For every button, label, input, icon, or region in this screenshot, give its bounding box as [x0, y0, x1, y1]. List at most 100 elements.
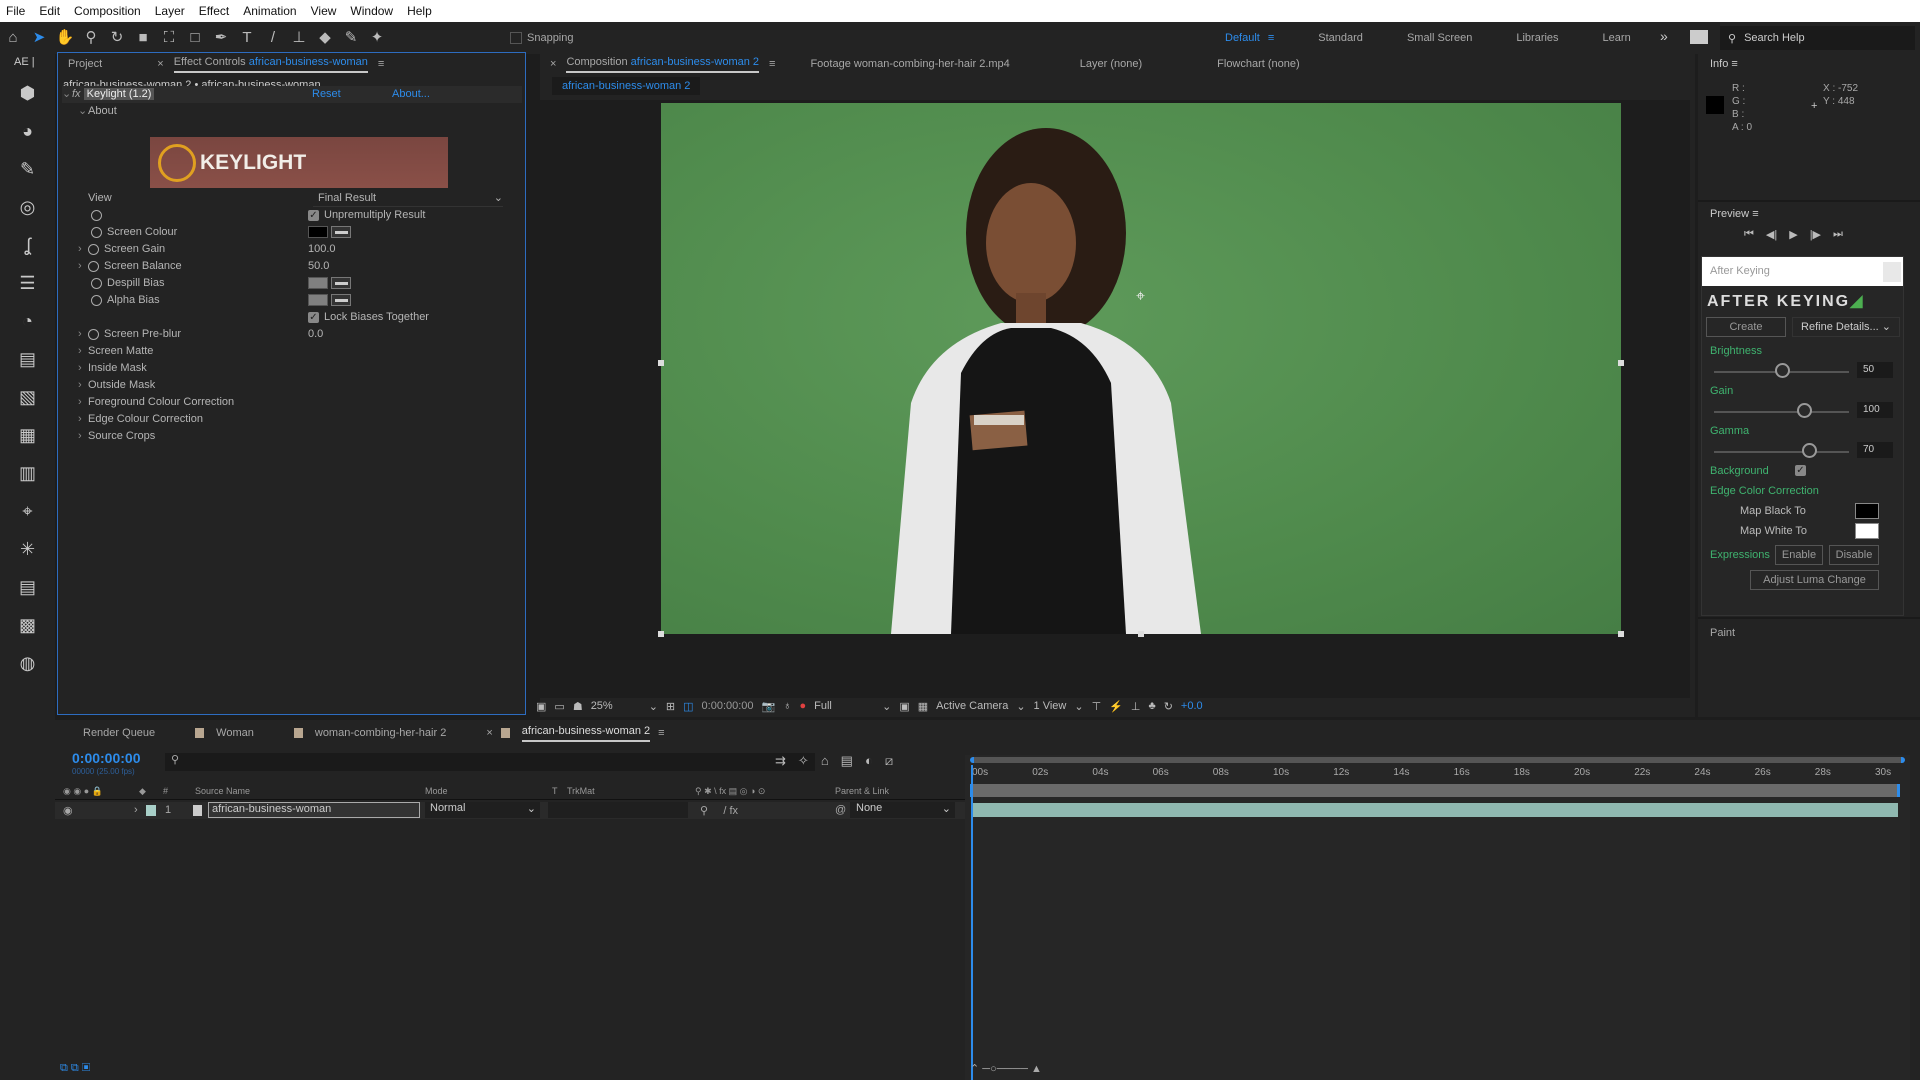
map-white-swatch[interactable]	[1855, 523, 1879, 539]
stopwatch-icon[interactable]	[91, 226, 102, 238]
navigator-bar[interactable]	[970, 757, 1905, 763]
layer-handle[interactable]	[1138, 631, 1144, 637]
channel-icon[interactable]: ●	[799, 700, 806, 712]
always-preview-icon[interactable]: ▣	[536, 700, 546, 713]
workspace-menu-icon[interactable]: ≡	[1268, 32, 1274, 44]
tab-flowchart[interactable]: Flowchart (none)	[1217, 58, 1300, 70]
pen-tool-icon[interactable]: ✒	[210, 28, 232, 48]
expand-icon[interactable]: ›	[78, 258, 88, 275]
gain-slider-knob[interactable]	[1797, 403, 1812, 418]
mask-visibility-icon[interactable]: ☗	[573, 700, 583, 713]
gain-slider[interactable]	[1714, 411, 1849, 413]
brush-tool-icon[interactable]: /	[262, 28, 284, 48]
group-outside-mask[interactable]: › Outside Mask	[78, 377, 155, 394]
puppet-pin-icon[interactable]: ✦	[366, 28, 388, 48]
menu-composition[interactable]: Composition	[74, 4, 141, 18]
group-edge-colour-correction[interactable]: › Edge Colour Correction	[78, 411, 203, 428]
flowchart-icon[interactable]: ♣	[1148, 700, 1155, 712]
workspace-learn[interactable]: Learn	[1603, 32, 1631, 44]
motion-icon[interactable]: ◎	[15, 194, 41, 220]
menu-edit[interactable]: Edit	[39, 4, 60, 18]
stopwatch-icon[interactable]: ◍	[15, 650, 41, 676]
current-time[interactable]: 0:00:00:00	[702, 700, 754, 712]
screen-gain-value[interactable]: 100.0	[308, 241, 336, 258]
panel-menu-icon[interactable]: ≡	[658, 727, 664, 739]
header-source-name[interactable]: Source Name	[195, 786, 250, 796]
alpha-bias-swatch[interactable]	[308, 294, 328, 307]
playhead[interactable]	[971, 765, 973, 1080]
chevron-down-icon[interactable]: ⌄	[1074, 700, 1083, 713]
reset-link[interactable]: Reset	[312, 86, 341, 103]
menu-view[interactable]: View	[311, 4, 337, 18]
disable-button[interactable]: Disable	[1829, 545, 1879, 565]
panel-menu-icon[interactable]: ≡	[769, 58, 775, 70]
zoom-dropdown[interactable]: 25%	[591, 700, 641, 712]
timeline-tab[interactable]: × african-business-woman 2 ≡	[486, 725, 665, 742]
brain-icon[interactable]: ◕	[15, 118, 41, 144]
roto-brush-icon[interactable]: ✎	[340, 28, 362, 48]
draft-3d-icon[interactable]: ✧	[798, 753, 809, 769]
refine-details-dropdown[interactable]: Refine Details... ⌄	[1792, 317, 1900, 337]
speed-icon[interactable]: ◔	[15, 308, 41, 334]
despill-bias-swatch[interactable]	[308, 277, 328, 290]
work-area-bar[interactable]	[970, 784, 1900, 797]
stopwatch-icon[interactable]	[91, 294, 102, 306]
tab-footage[interactable]: Footage woman-combing-her-hair 2.mp4	[810, 58, 1009, 70]
snapping-checkbox[interactable]	[510, 32, 522, 44]
tab-composition[interactable]: Composition african-business-woman 2	[566, 56, 760, 73]
show-snapshot-icon[interactable]: ♁	[783, 700, 791, 712]
snapshot-icon[interactable]: 📷	[762, 700, 776, 713]
camera-dropdown[interactable]: Active Camera	[936, 700, 1008, 712]
snapping-toggle[interactable]: Snapping	[510, 32, 574, 44]
pen-icon[interactable]: ✎	[15, 156, 41, 182]
eraser-icon[interactable]: ◆	[314, 28, 336, 48]
zoom-tool-icon[interactable]: ⚲	[80, 28, 102, 48]
layer-handle[interactable]	[658, 360, 664, 366]
panel-toggle[interactable]	[1883, 262, 1901, 282]
stopwatch-icon[interactable]	[88, 260, 99, 272]
sparkle-icon[interactable]: ✳	[15, 536, 41, 562]
panel-menu-icon[interactable]: ≡	[1752, 208, 1758, 220]
more-workspaces-icon[interactable]: »	[1660, 28, 1668, 44]
fast-previews-icon[interactable]: ▣	[899, 700, 909, 713]
adjust-luma-button[interactable]: Adjust Luma Change	[1750, 570, 1879, 590]
layer-switches[interactable]: ⚲ / fx	[700, 804, 738, 817]
layer-handle[interactable]	[1618, 631, 1624, 637]
time-ruler[interactable]: 00s 02s 04s 06s 08s 10s 12s 14s 16s 18s 20s 22s 24s 2…	[970, 765, 1905, 783]
about-link[interactable]: About...	[392, 86, 430, 103]
timeline-icon[interactable]: ⊥	[1131, 700, 1141, 713]
timeline-footer-icons[interactable]: ⧉ ⧉ ▣	[60, 1062, 90, 1075]
timeline-tab[interactable]: woman-combing-her-hair 2	[293, 727, 446, 739]
panel-menu-icon[interactable]: ≡	[378, 58, 384, 70]
timeline-tab[interactable]: Render Queue	[83, 727, 155, 739]
screen-colour-swatch[interactable]	[308, 226, 328, 239]
screen-preblur-value[interactable]: 0.0	[308, 326, 323, 343]
menu-animation[interactable]: Animation	[243, 4, 296, 18]
reset-exposure-icon[interactable]: ↻	[1164, 700, 1173, 713]
checkerboard-icon[interactable]: ▦	[918, 700, 928, 713]
chevron-down-icon[interactable]: ⌄	[1016, 700, 1025, 713]
fast-draft-icon[interactable]: ⚡	[1109, 700, 1123, 713]
play-icon[interactable]: ▶	[1789, 228, 1797, 241]
doc-icon[interactable]: ▤	[15, 346, 41, 372]
workspace-settings-icon[interactable]	[1690, 30, 1708, 44]
first-frame-icon[interactable]: ⏮	[1744, 228, 1754, 241]
layer-name[interactable]: african-business-woman	[208, 802, 420, 818]
chevron-down-icon[interactable]: ⌄	[649, 700, 658, 713]
anchor-point-icon[interactable]: ⌖	[1136, 288, 1145, 306]
chevron-down-icon[interactable]: ⌄	[882, 700, 891, 713]
tab-project[interactable]: Project	[68, 58, 102, 70]
workspace-small-screen[interactable]: Small Screen	[1407, 32, 1472, 44]
resolution-dropdown[interactable]: Full	[814, 700, 874, 712]
zoom-slider[interactable]: ⌃ ─○──── ▲	[970, 1062, 1042, 1075]
mode-dropdown[interactable]: Normal ⌄	[425, 802, 540, 818]
background-checkbox[interactable]: ✓	[1795, 465, 1806, 476]
gamma-input[interactable]: 70	[1857, 442, 1893, 458]
list-icon[interactable]: ☰	[15, 270, 41, 296]
stopwatch-icon[interactable]	[88, 243, 99, 255]
layer-handle[interactable]	[1618, 360, 1624, 366]
view-layout-dropdown[interactable]: 1 View	[1034, 700, 1067, 712]
panel-menu-icon[interactable]: ≡	[1731, 58, 1737, 70]
layer-handle[interactable]	[658, 631, 664, 637]
stopwatch-icon[interactable]	[88, 328, 99, 340]
